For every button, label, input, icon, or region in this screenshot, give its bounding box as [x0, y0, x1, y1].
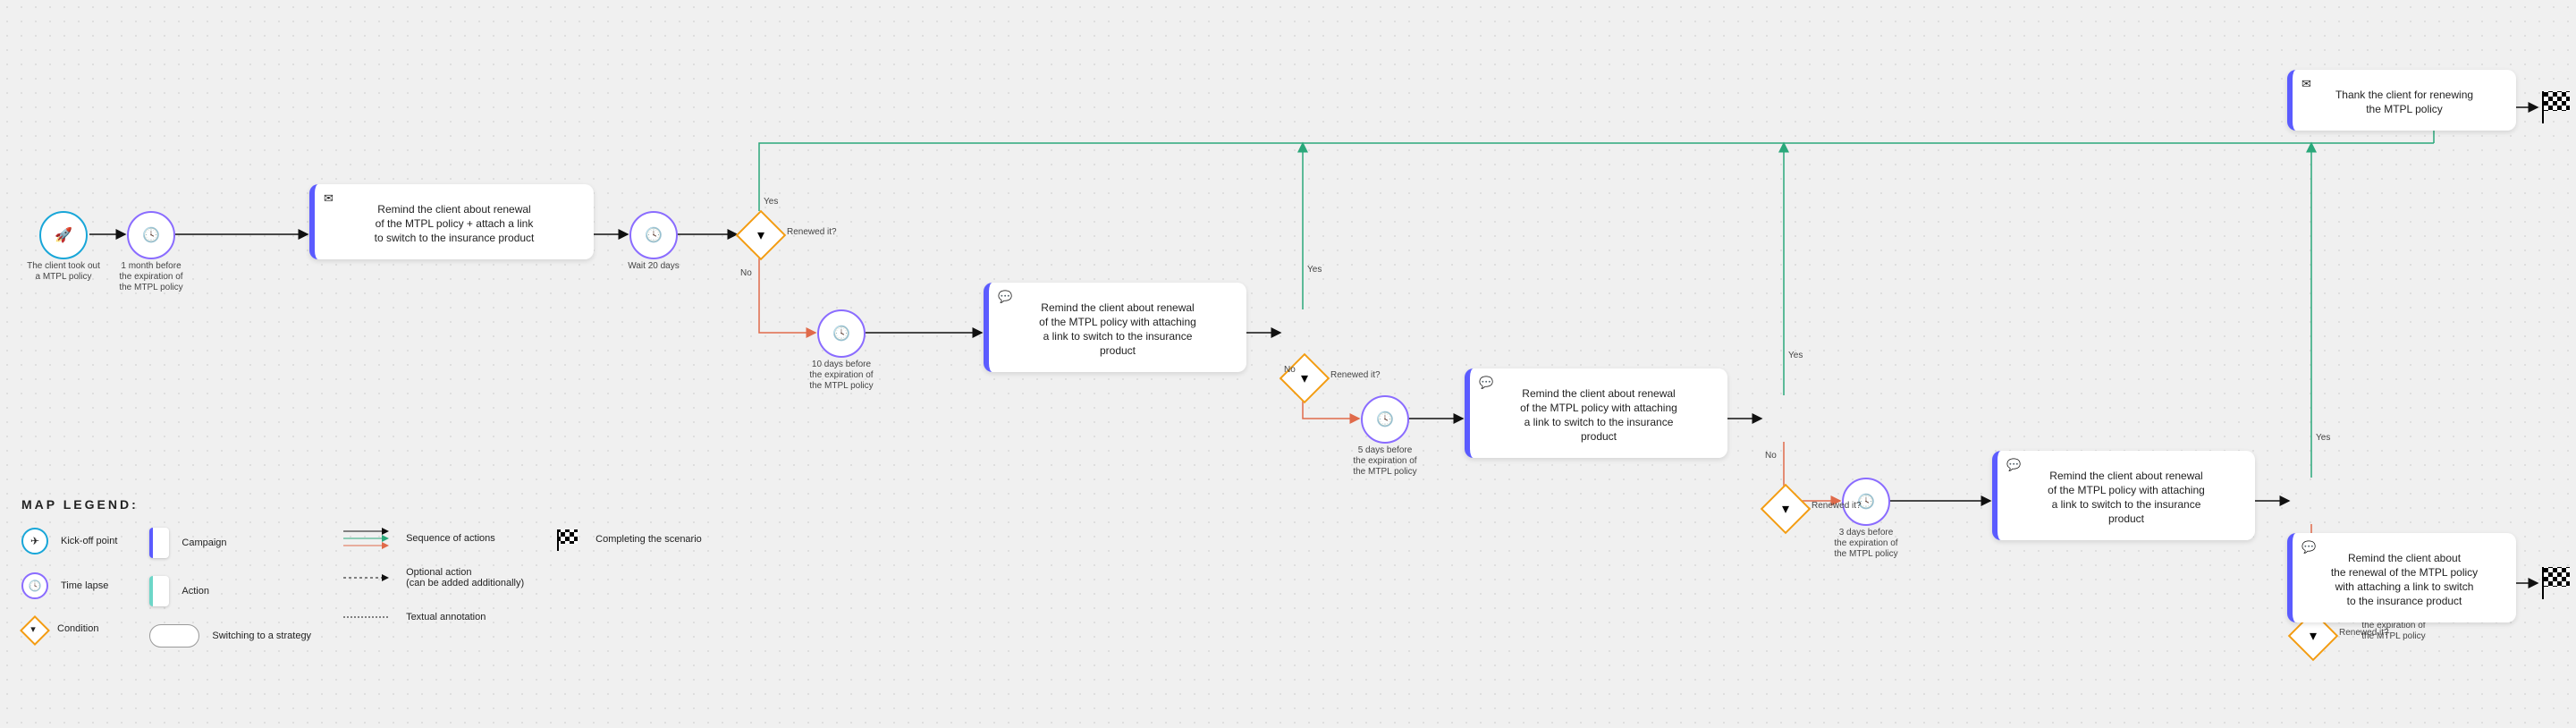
- sequence-arrows: [343, 528, 393, 549]
- condition-3: ▾Renewed it?: [1761, 485, 1806, 529]
- funnel-icon: ▾: [1782, 500, 1789, 518]
- timer-2: 🕓Wait 20 days: [629, 211, 678, 259]
- clock-icon: 🕓: [21, 572, 48, 599]
- campaign-5: ✉Thank the client for renewingthe MTPL p…: [2287, 70, 2516, 131]
- rocket-icon: ✈: [21, 528, 48, 554]
- legend-completing-label: Completing the scenario: [595, 534, 702, 545]
- campaign-6-text: Remind the client aboutthe renewal of th…: [2307, 551, 2502, 608]
- condition-1: ▾Renewed it?: [737, 211, 781, 256]
- campaign-6: 💬Remind the client aboutthe renewal of t…: [2287, 533, 2516, 622]
- legend-sequence-label: Sequence of actions: [406, 533, 495, 544]
- legend-strategy-label: Switching to a strategy: [212, 631, 311, 641]
- condition-1-label: Renewed it?: [787, 227, 837, 237]
- legend-campaign-label: Campaign: [182, 538, 226, 548]
- yes-label: Yes: [764, 197, 778, 207]
- chat-icon: 💬: [1479, 376, 1493, 390]
- condition-2-label: Renewed it?: [1330, 370, 1381, 380]
- campaign-5-text: Thank the client for renewingthe MTPL po…: [2307, 88, 2502, 116]
- campaign-2-text: Remind the client about renewalof the MT…: [1003, 301, 1232, 358]
- funnel-icon: ▾: [2310, 627, 2317, 645]
- no-label: No: [740, 268, 752, 278]
- legend-textual: Textual annotation: [343, 606, 524, 628]
- timer-4-label: 5 days beforethe expiration ofthe MTPL p…: [1327, 445, 1443, 478]
- clock-icon: 🕓: [1361, 395, 1409, 444]
- campaign-4-text: Remind the client about renewalof the MT…: [2012, 469, 2241, 526]
- no-label: No: [1765, 451, 1777, 461]
- no-label: No: [1284, 365, 1296, 375]
- condition-3-label: Renewed it?: [1812, 501, 1862, 511]
- legend-completing: Completing the scenario: [556, 528, 702, 551]
- campaign-1: ✉Remind the client about renewalof the M…: [309, 184, 594, 259]
- yes-label: Yes: [1788, 351, 1803, 360]
- legend-kickoff: ✈ Kick-off point: [21, 528, 117, 554]
- timer-1-label: 1 month beforethe expiration ofthe MTPL …: [93, 261, 209, 293]
- timer-3-label: 10 days beforethe expiration ofthe MTPL …: [783, 360, 899, 392]
- timer-5-label: 3 days beforethe expiration ofthe MTPL p…: [1808, 528, 1924, 560]
- legend-timelapse-label: Time lapse: [61, 580, 108, 591]
- textual-line: [343, 606, 393, 628]
- timer-2-label: Wait 20 days: [595, 261, 712, 272]
- legend-optional: Optional action(can be added additionall…: [343, 567, 524, 588]
- legend-condition: ▾Condition: [21, 617, 117, 640]
- yes-label: Yes: [2316, 433, 2330, 443]
- rocket-icon: 🚀: [39, 211, 88, 259]
- clock-icon: 🕓: [629, 211, 678, 259]
- timer-3: 🕓10 days beforethe expiration ofthe MTPL…: [817, 309, 866, 358]
- legend-action-label: Action: [182, 586, 209, 597]
- strategy-shape: [149, 624, 199, 648]
- finish-flag: [2539, 563, 2576, 601]
- optional-arrow: [343, 567, 393, 588]
- funnel-icon: ▾: [757, 226, 764, 244]
- action-swatch: [149, 576, 169, 606]
- mail-icon: ✉: [324, 191, 334, 206]
- chat-icon: 💬: [998, 290, 1012, 304]
- flow-canvas: 🚀 The client took outa MTPL policy 🕓1 mo…: [0, 0, 2576, 728]
- chat-icon: 💬: [2302, 540, 2316, 554]
- legend-strategy: Switching to a strategy: [149, 624, 311, 648]
- condition-2: ▾Renewed it?: [1280, 354, 1325, 399]
- legend-campaign: Campaign: [149, 528, 311, 558]
- legend-optional-label: Optional action(can be added additionall…: [406, 567, 524, 588]
- condition-4-label: Renewed it?: [2339, 628, 2389, 638]
- campaign-4: 💬Remind the client about renewalof the M…: [1992, 451, 2255, 540]
- campaign-2: 💬Remind the client about renewalof the M…: [984, 283, 1246, 372]
- chat-icon: 💬: [2006, 458, 2021, 472]
- legend-title: MAP LEGEND:: [21, 497, 773, 512]
- mail-icon: ✉: [2302, 77, 2311, 91]
- legend-kickoff-label: Kick-off point: [61, 536, 117, 546]
- legend: MAP LEGEND: ✈Kick-off point 🕓Time lapse …: [21, 497, 773, 648]
- funnel-icon: ▾: [1301, 369, 1308, 387]
- finish-flag: [2539, 88, 2576, 125]
- timer-1: 🕓1 month beforethe expiration ofthe MTPL…: [127, 211, 175, 259]
- clock-icon: 🕓: [817, 309, 866, 358]
- campaign-swatch: [149, 528, 169, 558]
- clock-icon: 🕓: [127, 211, 175, 259]
- timer-4: 🕓5 days beforethe expiration ofthe MTPL …: [1361, 395, 1409, 444]
- legend-condition-label: Condition: [57, 623, 98, 634]
- legend-textual-label: Textual annotation: [406, 612, 486, 622]
- campaign-3: 💬Remind the client about renewalof the M…: [1465, 368, 1727, 458]
- campaign-1-text: Remind the client about renewalof the MT…: [329, 202, 579, 245]
- yes-label: Yes: [1307, 265, 1322, 275]
- campaign-3-text: Remind the client about renewalof the MT…: [1484, 386, 1713, 444]
- start-node: 🚀 The client took outa MTPL policy: [39, 211, 88, 259]
- checkered-flag-icon: [556, 528, 583, 551]
- legend-action: Action: [149, 576, 311, 606]
- legend-sequence: Sequence of actions: [343, 528, 524, 549]
- legend-timelapse: 🕓 Time lapse: [21, 572, 117, 599]
